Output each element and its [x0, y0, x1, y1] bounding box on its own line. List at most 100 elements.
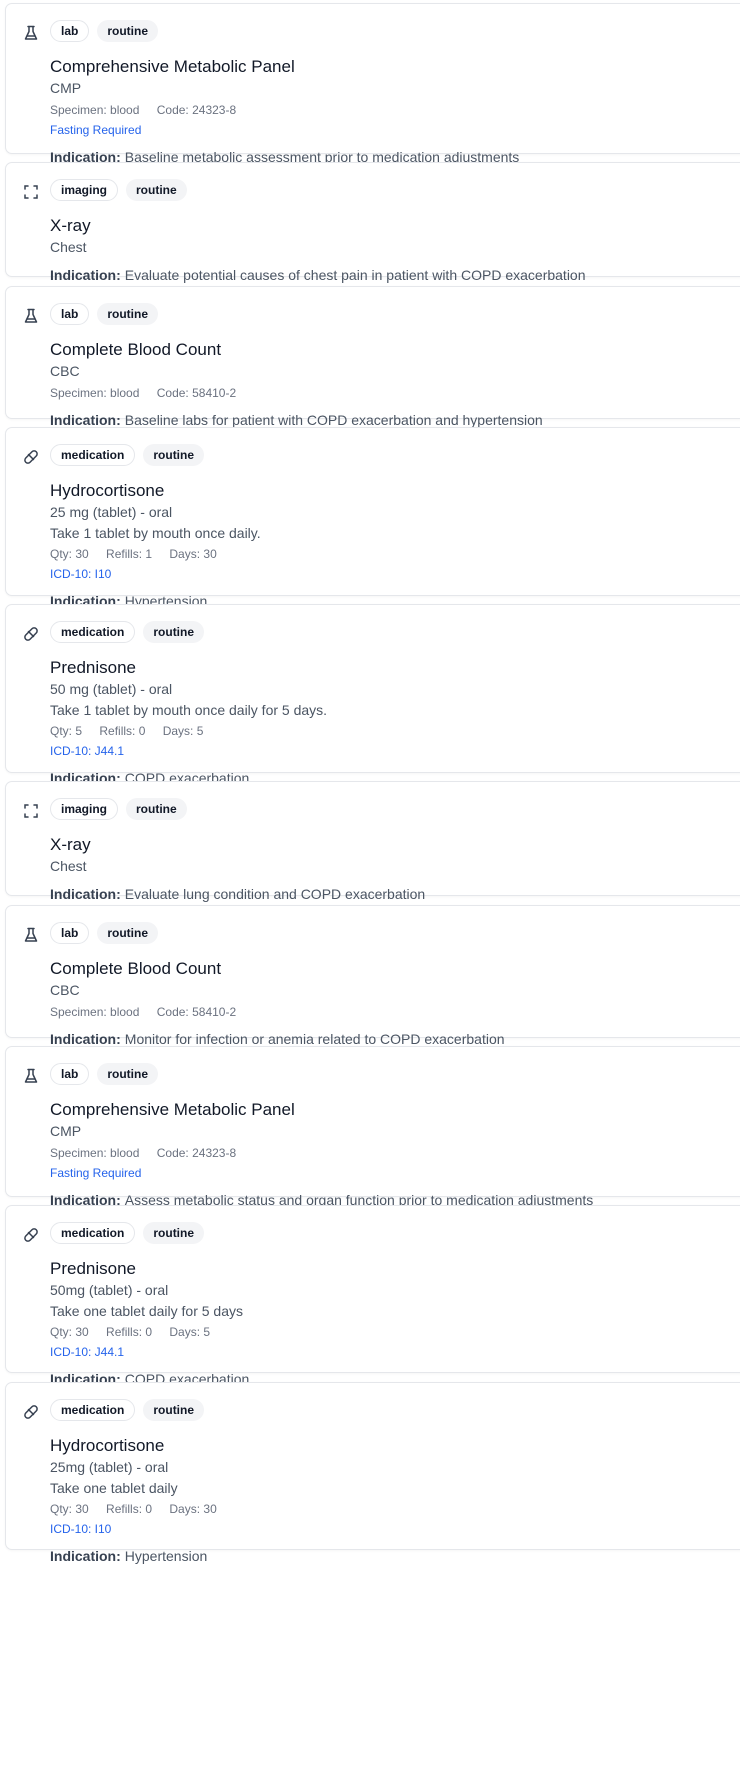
pill-icon: [22, 1403, 40, 1421]
code-text: Code: 24323-8: [156, 1146, 237, 1160]
order-title: Comprehensive Metabolic Panel: [50, 1100, 295, 1119]
fasting-required-flag: Fasting Required: [50, 1166, 142, 1180]
icd-code-link[interactable]: ICD-10: J44.1: [50, 1342, 729, 1362]
flask-icon: [22, 307, 40, 325]
scan-frame-icon: [22, 183, 40, 201]
order-type-badge: medication: [50, 621, 136, 643]
order-card-medication[interactable]: medication routine Prednisone 50 mg (tab…: [5, 604, 740, 786]
order-card-medication[interactable]: medication routine Hydrocortisone 25 mg …: [5, 427, 740, 609]
refills-text: Refills: 0: [106, 1325, 153, 1339]
flask-icon: [22, 1067, 40, 1085]
indication-label: Indication:: [50, 267, 121, 283]
pill-icon: [22, 625, 40, 643]
code-text: Code: 58410-2: [156, 386, 237, 400]
order-type-badge: medication: [50, 1222, 136, 1244]
order-meta: Qty: 30 Refills: 1 Days: 30: [50, 544, 729, 564]
specimen-text: Specimen: blood: [50, 386, 140, 400]
specimen-text: Specimen: blood: [50, 1146, 140, 1160]
order-card-medication[interactable]: medication routine Hydrocortisone 25mg (…: [5, 1382, 740, 1564]
order-subtitle: 50 mg (tablet) - oral: [50, 681, 173, 697]
order-title: X-ray: [50, 835, 91, 854]
priority-badge: routine: [97, 1063, 159, 1085]
order-list: lab routine Comprehensive Metabolic Pane…: [0, 0, 740, 1774]
order-subtitle: CBC: [50, 363, 80, 379]
priority-badge: routine: [126, 798, 187, 820]
order-title: Complete Blood Count: [50, 340, 222, 359]
flask-icon: [22, 24, 40, 42]
priority-badge: routine: [97, 922, 159, 944]
refills-text: Refills: 0: [106, 1502, 153, 1516]
order-card-lab[interactable]: lab routine Comprehensive Metabolic Pane…: [5, 1046, 740, 1208]
order-meta: Qty: 30 Refills: 0 Days: 30: [50, 1499, 729, 1519]
quantity-text: Qty: 30: [50, 547, 89, 561]
order-meta: Qty: 30 Refills: 0 Days: 5: [50, 1322, 729, 1342]
order-type-badge: lab: [50, 922, 90, 944]
pill-icon: [22, 448, 40, 466]
order-title: Hydrocortisone: [50, 481, 165, 500]
indication-label: Indication:: [50, 886, 121, 902]
order-subtitle: 25mg (tablet) - oral: [50, 1459, 169, 1475]
order-title: Prednisone: [50, 1259, 137, 1278]
order-type-badge: imaging: [50, 179, 119, 201]
indication: Indication: Evaluate potential causes of …: [50, 264, 729, 286]
order-card-imaging[interactable]: imaging routine X-ray Chest Indication: E…: [5, 781, 740, 902]
order-meta: Specimen: blood Code: 24323-8: [50, 100, 729, 120]
scan-frame-icon: [22, 802, 40, 820]
order-title: Comprehensive Metabolic Panel: [50, 57, 295, 76]
priority-badge: routine: [143, 1222, 205, 1244]
order-type-badge: imaging: [50, 798, 119, 820]
priority-badge: routine: [143, 1399, 205, 1421]
order-card-lab[interactable]: lab routine Complete Blood Count CBC Spe…: [5, 905, 740, 1047]
refills-text: Refills: 1: [106, 547, 153, 561]
order-meta: Qty: 5 Refills: 0 Days: 5: [50, 721, 729, 741]
dosing-instructions: Take one tablet daily: [50, 1480, 178, 1496]
icd-code-link[interactable]: ICD-10: I10: [50, 1519, 729, 1539]
icd-code-link[interactable]: ICD-10: J44.1: [50, 741, 729, 761]
indication-text: Evaluate potential causes of chest pain …: [124, 267, 586, 283]
specimen-text: Specimen: blood: [50, 103, 140, 117]
order-type-badge: lab: [50, 20, 90, 42]
indication-label: Indication:: [50, 412, 121, 428]
priority-badge: routine: [97, 20, 159, 42]
icd-code-link[interactable]: ICD-10: I10: [50, 564, 729, 584]
order-subtitle: 50mg (tablet) - oral: [50, 1282, 169, 1298]
order-title: X-ray: [50, 216, 91, 235]
order-card-medication[interactable]: medication routine Prednisone 50mg (tabl…: [5, 1205, 740, 1387]
days-text: Days: 5: [169, 1325, 211, 1339]
order-meta: Specimen: blood Code: 58410-2: [50, 383, 729, 403]
order-card-imaging[interactable]: imaging routine X-ray Chest Indication: E…: [5, 162, 740, 283]
order-card-lab[interactable]: lab routine Complete Blood Count CBC Spe…: [5, 286, 740, 428]
specimen-text: Specimen: blood: [50, 1005, 140, 1019]
order-title: Hydrocortisone: [50, 1436, 165, 1455]
priority-badge: routine: [143, 621, 205, 643]
quantity-text: Qty: 5: [50, 724, 83, 738]
indication-text: Hypertension: [124, 1548, 208, 1564]
quantity-text: Qty: 30: [50, 1502, 89, 1516]
order-type-badge: lab: [50, 1063, 90, 1085]
order-title: Prednisone: [50, 658, 137, 677]
order-subtitle: CMP: [50, 80, 82, 96]
days-text: Days: 5: [162, 724, 204, 738]
order-subtitle: 25 mg (tablet) - oral: [50, 504, 173, 520]
refills-text: Refills: 0: [99, 724, 146, 738]
indication-text: Monitor for infection or anemia related …: [124, 1031, 505, 1047]
dosing-instructions: Take one tablet daily for 5 days: [50, 1303, 244, 1319]
order-meta: Specimen: blood Code: 24323-8: [50, 1143, 729, 1163]
order-type-badge: lab: [50, 303, 90, 325]
flask-icon: [22, 926, 40, 944]
days-text: Days: 30: [169, 547, 217, 561]
code-text: Code: 24323-8: [156, 103, 237, 117]
order-card-lab[interactable]: lab routine Comprehensive Metabolic Pane…: [5, 3, 740, 165]
order-subtitle: Chest: [50, 239, 87, 255]
priority-badge: routine: [143, 444, 205, 466]
indication-text: Evaluate lung condition and COPD exacerb…: [124, 886, 426, 902]
order-subtitle: CMP: [50, 1123, 82, 1139]
indication-text: Baseline labs for patient with COPD exac…: [124, 412, 543, 428]
indication-label: Indication:: [50, 1031, 121, 1047]
priority-badge: routine: [126, 179, 187, 201]
order-type-badge: medication: [50, 444, 136, 466]
dosing-instructions: Take 1 tablet by mouth once daily for 5 …: [50, 702, 328, 718]
order-title: Complete Blood Count: [50, 959, 222, 978]
days-text: Days: 30: [169, 1502, 217, 1516]
pill-icon: [22, 1226, 40, 1244]
